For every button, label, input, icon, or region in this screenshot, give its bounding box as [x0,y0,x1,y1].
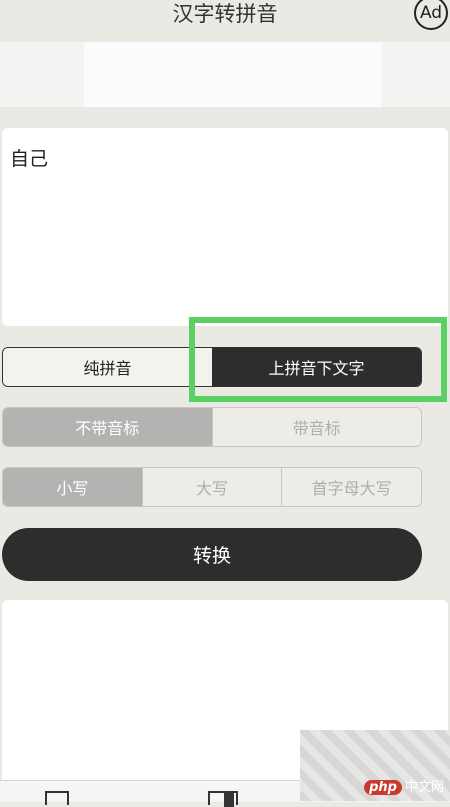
tab-convert-icon[interactable] [45,791,69,805]
ad-banner[interactable] [0,42,450,107]
hanzi-input[interactable]: 自己 [2,128,448,326]
tone-with-marks[interactable]: 带音标 [211,408,421,446]
tone-segmented-control: 不带音标 带音标 [2,407,422,447]
watermark-badge: php [364,780,402,795]
ad-banner-content [84,42,382,107]
convert-button[interactable]: 转换 [2,528,422,581]
case-uppercase[interactable]: 大写 [141,468,282,506]
tab-apps-icon[interactable] [208,791,238,807]
case-capitalize[interactable]: 首字母大写 [281,468,421,506]
case-lowercase[interactable]: 小写 [3,468,142,506]
watermark-logo: php 中文网 [364,776,444,795]
mode-pinyin-only[interactable]: 纯拼音 [3,348,212,386]
case-segmented-control: 小写 大写 首字母大写 [2,467,422,507]
watermark: php 中文网 [300,730,450,801]
highlight-annotation [189,317,447,402]
watermark-text: 中文网 [404,780,444,795]
header: 汉字转拼音 Ad [0,0,450,40]
tone-without-marks[interactable]: 不带音标 [3,408,212,446]
page-title: 汉字转拼音 [172,2,278,26]
